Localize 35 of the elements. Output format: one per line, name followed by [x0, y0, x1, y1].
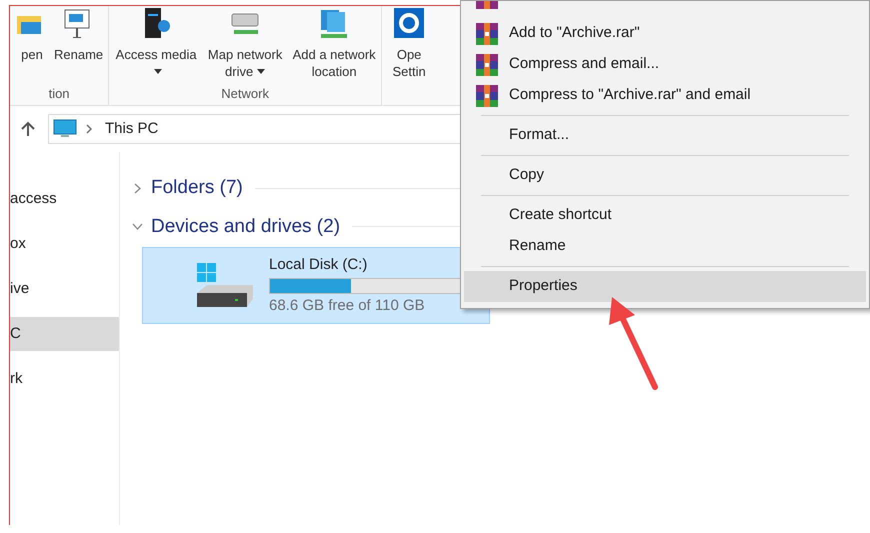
menu-item[interactable]: Compress and email...: [464, 49, 866, 80]
menu-item[interactable]: Compress to "Archive.rar" and email: [464, 80, 866, 111]
ribbon-button[interactable]: Access media: [113, 6, 200, 80]
sidebar-item[interactable]: ox: [10, 227, 119, 261]
menu-item[interactable]: Copy: [464, 160, 866, 191]
group-label: tion: [48, 84, 70, 102]
drive-name: Local Disk (C:): [269, 254, 368, 274]
section-header[interactable]: Devices and drives (2): [151, 212, 340, 241]
sidebar-item[interactable]: ive: [10, 272, 119, 306]
address-path: This PC: [105, 118, 158, 139]
archive-icon: [476, 84, 498, 106]
sidebar-item[interactable]: rk: [10, 362, 119, 396]
ribbon-button[interactable]: Ope Settin: [386, 6, 432, 80]
archive-icon: [476, 1, 498, 9]
menu-item[interactable]: Properties: [464, 271, 866, 302]
menu-item[interactable]: Create shortcut: [464, 200, 866, 231]
monitor-icon: [53, 119, 77, 139]
archive-icon: [476, 54, 498, 76]
chevron-right-icon[interactable]: [132, 182, 143, 194]
drive-tile[interactable]: Local Disk (C:) 68.6 GB free of 110 GB: [142, 247, 490, 324]
ribbon-button[interactable]: Rename: [53, 6, 104, 63]
chevron-down-icon[interactable]: [132, 221, 143, 232]
sidebar-item[interactable]: access: [10, 182, 119, 216]
group-label: Network: [221, 84, 269, 102]
ribbon-button[interactable]: Add a network location: [291, 6, 378, 80]
archive-icon: [476, 22, 498, 44]
ribbon-button[interactable]: pen: [14, 6, 50, 63]
menu-item[interactable]: Add to "Archive.rar": [464, 18, 866, 49]
section-header[interactable]: Folders (7): [151, 174, 243, 202]
ribbon-button[interactable]: Map network drive: [202, 6, 288, 80]
sidebar-item[interactable]: C: [10, 317, 119, 351]
free-space-text: 68.6 GB free of 110 GB: [269, 296, 426, 316]
drive-icon: [195, 262, 255, 308]
chevron-right-icon: [85, 124, 93, 134]
up-arrow-icon[interactable]: [20, 121, 36, 137]
